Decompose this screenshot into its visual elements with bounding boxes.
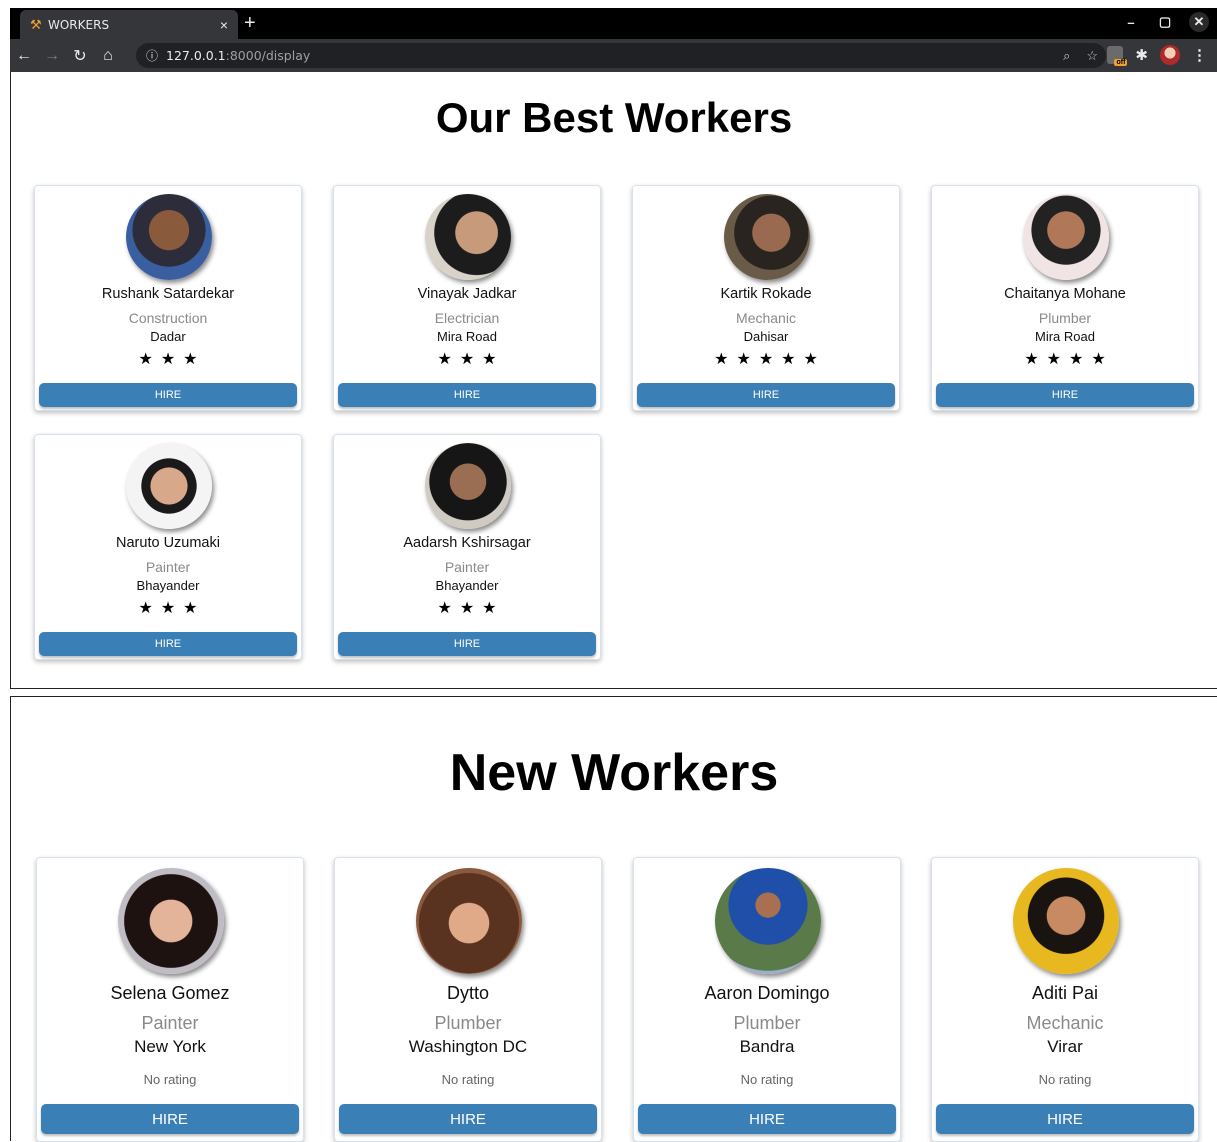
worker-role: Plumber [434, 1013, 502, 1033]
worker-name: Rushank Satardekar [101, 286, 235, 302]
zoom-icon[interactable]: ⌕ [1063, 48, 1070, 64]
worker-avatar [715, 868, 821, 974]
info-icon[interactable]: ⓘ [146, 47, 166, 64]
hire-button[interactable]: HIRE [338, 383, 596, 407]
worker-card: Dytto Plumber Washington DC No rating HI… [334, 857, 602, 1142]
worker-avatar [1023, 194, 1109, 280]
home-icon[interactable]: ⌂ [94, 47, 122, 65]
worker-location: Mira Road [437, 329, 497, 344]
worker-name: Naruto Uzumaki [116, 535, 220, 551]
worker-name: Kartik Rokade [720, 286, 812, 302]
worker-card: Chaitanya Mohane Plumber Mira Road ★★★★ … [931, 185, 1199, 411]
best-workers-title: Our Best Workers [435, 94, 793, 141]
worker-location: Bhayander [435, 578, 499, 593]
hire-button[interactable]: HIRE [638, 1104, 896, 1134]
star-rating: ★★★★ [1024, 351, 1114, 368]
star-rating: ★★★ [437, 600, 505, 617]
worker-location: Washington DC [408, 1037, 528, 1056]
worker-name: Chaitanya Mohane [1004, 286, 1126, 302]
rating-text: No rating [1038, 1072, 1092, 1087]
star-rating: ★★★ [138, 600, 206, 617]
worker-avatar [425, 194, 511, 280]
worker-avatar [425, 443, 511, 529]
worker-location: Bandra [739, 1037, 795, 1056]
back-arrow-icon[interactable]: ← [10, 47, 38, 65]
hire-button[interactable]: HIRE [936, 383, 1194, 407]
minimize-icon[interactable]: – [1121, 12, 1141, 32]
worker-avatar [126, 443, 212, 529]
extensions-area: off ✱ ⋮ [1107, 45, 1207, 66]
worker-card: Selena Gomez Painter New York No rating … [36, 857, 304, 1142]
worker-name: Vinayak Jadkar [417, 286, 517, 302]
menu-kebab-icon[interactable]: ⋮ [1192, 46, 1207, 64]
bookmark-star-icon[interactable]: ☆ [1086, 48, 1098, 64]
close-window-icon[interactable]: ✕ [1189, 12, 1209, 32]
url-text: 127.0.0.1:8000/display [166, 48, 311, 63]
worker-card: Naruto Uzumaki Painter Bhayander ★★★ HIR… [34, 434, 302, 660]
browser-tab-bar: ⚒ WORKERS × + – ▢ ✕ [10, 8, 1217, 39]
worker-role: Electrician [434, 310, 500, 326]
new-workers-section: New Workers Selena Gomez Painter New Yor… [10, 696, 1217, 1142]
hire-button[interactable]: HIRE [637, 383, 895, 407]
hire-button[interactable]: HIRE [339, 1104, 597, 1134]
worker-role: Painter [444, 559, 490, 575]
worker-location: New York [134, 1037, 206, 1056]
hire-button[interactable]: HIRE [41, 1104, 299, 1134]
worker-avatar [416, 868, 522, 974]
worker-role: Painter [141, 1013, 199, 1033]
restore-icon[interactable]: ▢ [1155, 12, 1175, 32]
worker-role: Plumber [733, 1013, 801, 1033]
address-bar[interactable]: ⓘ 127.0.0.1:8000/display ⌕ ☆ [136, 43, 1106, 68]
worker-card: Kartik Rokade Mechanic Dahisar ★★★★★ HIR… [632, 185, 900, 411]
profile-avatar-icon[interactable] [1160, 45, 1180, 65]
best-workers-section: Our Best Workers Rushank Satardekar Cons… [10, 72, 1217, 689]
star-rating: ★★★ [138, 351, 206, 368]
hire-button[interactable]: HIRE [39, 383, 297, 407]
reload-icon[interactable]: ↻ [66, 46, 94, 66]
new-tab-button[interactable]: + [244, 12, 256, 35]
worker-card: Aditi Pai Mechanic Virar No rating HIRE [931, 857, 1199, 1142]
worker-role: Plumber [1038, 310, 1092, 326]
browser-tab[interactable]: ⚒ WORKERS × [20, 10, 238, 39]
rating-text: No rating [143, 1072, 197, 1087]
worker-location: Virar [1047, 1037, 1083, 1056]
window-controls: – ▢ ✕ [1121, 12, 1209, 32]
worker-location: Bhayander [136, 578, 200, 593]
forward-arrow-icon[interactable]: → [38, 47, 66, 65]
tab-close-icon[interactable]: × [220, 17, 228, 33]
star-rating: ★★★★★ [714, 351, 826, 368]
extensions-puzzle-icon[interactable]: ✱ [1135, 46, 1148, 64]
star-rating: ★★★ [437, 351, 505, 368]
worker-avatar [126, 194, 212, 280]
worker-name: Aditi Pai [1031, 983, 1099, 1003]
rating-text: No rating [441, 1072, 495, 1087]
worker-name: Dytto [446, 983, 489, 1003]
worker-name: Selena Gomez [110, 983, 230, 1003]
tools-icon: ⚒ [30, 16, 42, 32]
hire-button[interactable]: HIRE [936, 1104, 1194, 1134]
rating-text: No rating [740, 1072, 794, 1087]
worker-avatar [1013, 868, 1119, 974]
worker-role: Mechanic [736, 310, 796, 326]
worker-card: Vinayak Jadkar Electrician Mira Road ★★★… [333, 185, 601, 411]
worker-role: Construction [128, 310, 208, 326]
worker-location: Dahisar [743, 329, 789, 344]
extension-off-icon[interactable]: off [1107, 46, 1128, 66]
hire-button[interactable]: HIRE [39, 632, 297, 656]
browser-toolbar: ← → ↻ ⌂ ⓘ 127.0.0.1:8000/display ⌕ ☆ off… [10, 39, 1217, 72]
worker-role: Mechanic [1026, 1013, 1104, 1033]
new-workers-title: New Workers [449, 744, 779, 802]
worker-name: Aaron Domingo [704, 983, 830, 1003]
tab-title: WORKERS [48, 17, 110, 32]
worker-location: Mira Road [1035, 329, 1095, 344]
worker-card: Aaron Domingo Plumber Bandra No rating H… [633, 857, 901, 1142]
worker-location: Dadar [150, 329, 186, 344]
worker-avatar [118, 868, 224, 974]
worker-role: Painter [145, 559, 191, 575]
worker-name: Aadarsh Kshirsagar [403, 535, 531, 551]
hire-button[interactable]: HIRE [338, 632, 596, 656]
worker-card: Aadarsh Kshirsagar Painter Bhayander ★★★… [333, 434, 601, 660]
worker-avatar [724, 194, 810, 280]
worker-card: Rushank Satardekar Construction Dadar ★★… [34, 185, 302, 411]
